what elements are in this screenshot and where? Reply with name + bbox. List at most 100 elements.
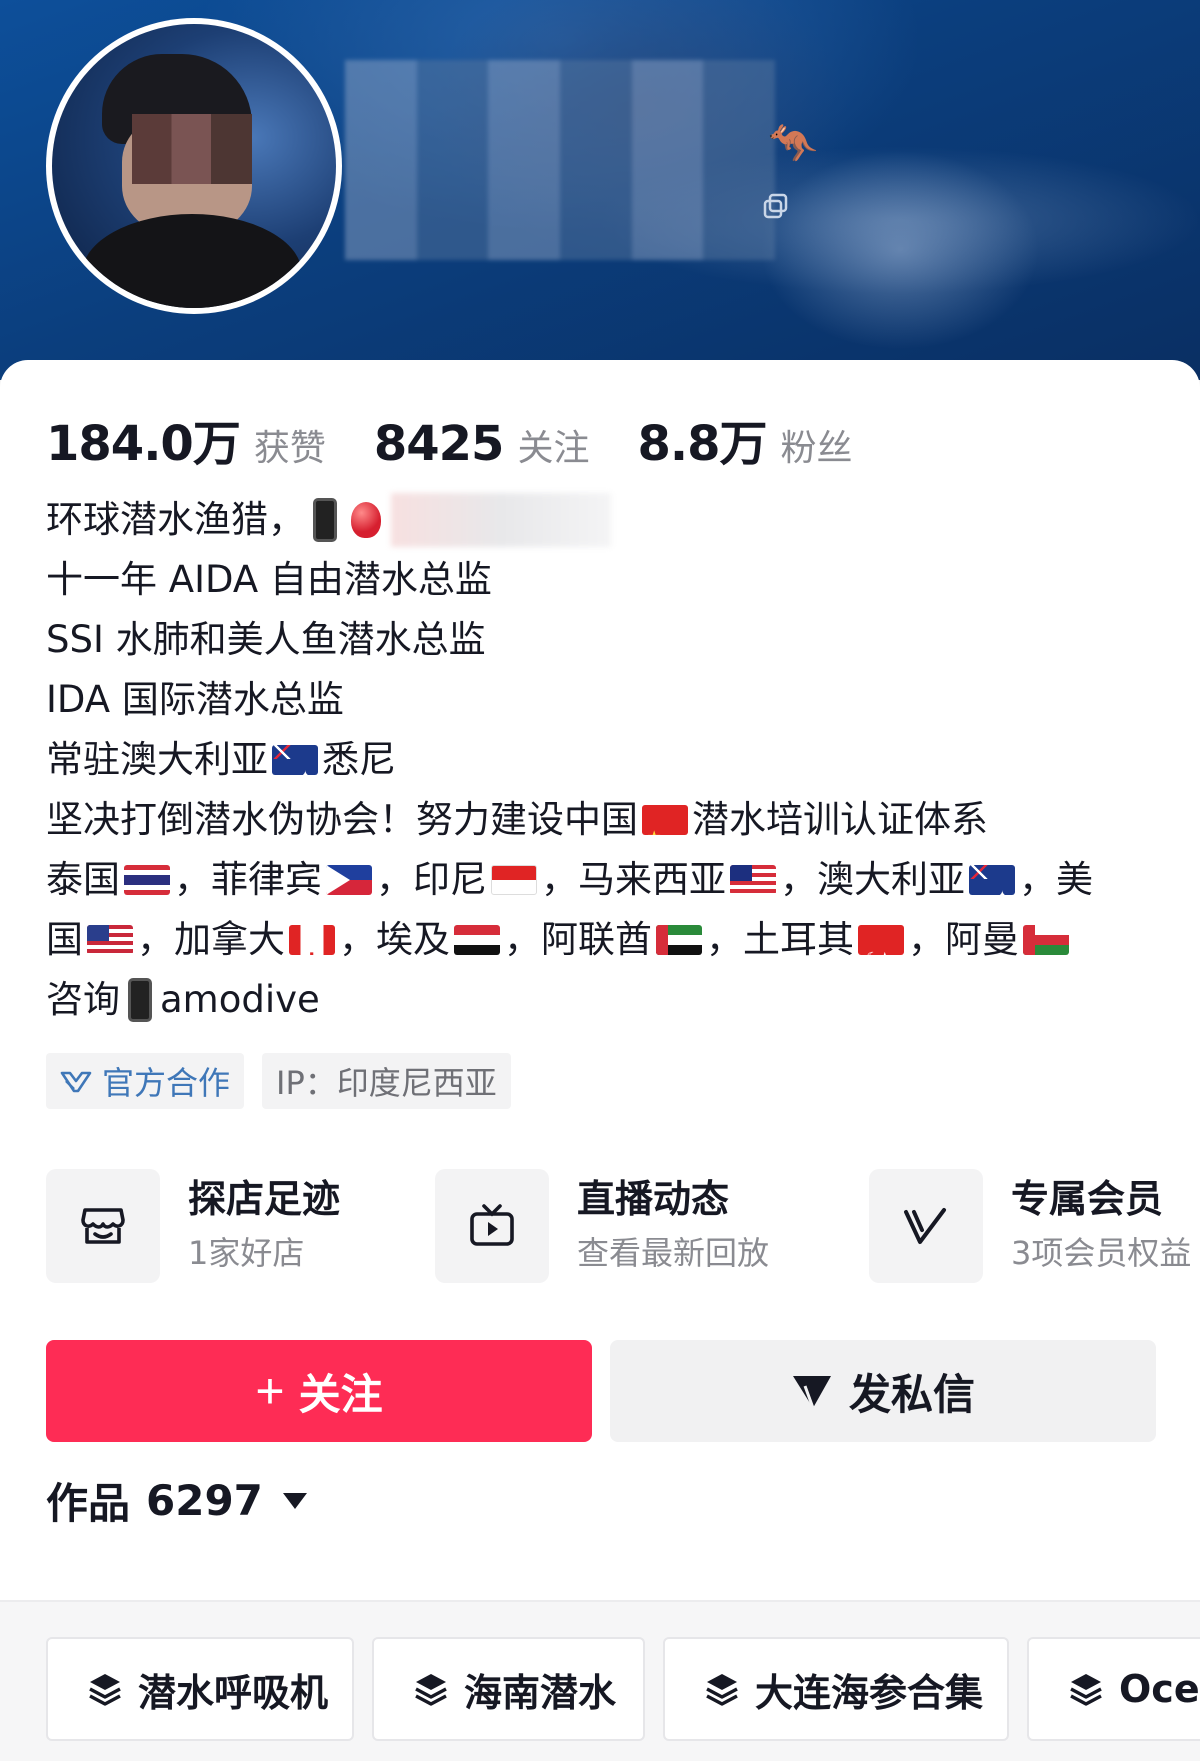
bio-line: SSI 水肺和美人鱼潜水总监 xyxy=(46,610,1156,670)
collection-label: 大连海参合集 xyxy=(755,1670,984,1715)
australia-flag-icon xyxy=(969,865,1015,895)
works-count: 6297 xyxy=(146,1476,263,1525)
stat-likes-label: 获赞 xyxy=(253,428,326,469)
avatar-wetsuit xyxy=(82,214,302,308)
official-cooperation-tag[interactable]: 官方合作 xyxy=(46,1053,245,1109)
service-icon-box xyxy=(46,1169,160,1283)
send-message-label: 发私信 xyxy=(848,1370,975,1418)
bio-text: amodive xyxy=(160,978,320,1021)
copy-id-icon[interactable] xyxy=(762,192,790,220)
username-pixelated xyxy=(345,60,775,260)
send-message-button[interactable]: 发私信 xyxy=(610,1340,1156,1442)
service-subtitle: 3项会员权益 xyxy=(1011,1234,1192,1272)
layers-icon xyxy=(1070,1674,1102,1706)
bio-text: 悉尼 xyxy=(322,738,396,781)
collection-chip[interactable]: 大连海参合集 xyxy=(663,1637,1009,1741)
stat-followers-label: 粉丝 xyxy=(780,428,853,469)
bio-text: 泰国 xyxy=(46,858,120,901)
indonesia-flag-icon xyxy=(491,865,537,895)
avatar[interactable] xyxy=(46,18,342,314)
bio-line: 泰国 ，菲律宾 ，印尼 ，马来西亚 ，澳大利亚 ，美 xyxy=(46,850,1156,910)
bio-line: 环球潜水渔猎， xyxy=(46,490,1156,550)
mobile-phone-icon xyxy=(128,978,152,1022)
bio-text: ，阿联酋 xyxy=(504,918,652,961)
bio-text: ，菲律宾 xyxy=(174,858,322,901)
bio-text: 坚决打倒潜水伪协会！努力建设中国 xyxy=(46,798,638,841)
profile-stats: 184.0万 获赞 8425 关注 8.8万 粉丝 xyxy=(46,404,901,474)
profile-bio: 环球潜水渔猎， 十一年 AIDA 自由潜水总监 SSI 水肺和美人鱼潜水总监 I… xyxy=(46,490,1156,1030)
follow-button[interactable]: + 关注 xyxy=(46,1340,592,1442)
collection-chip[interactable]: Ocea xyxy=(1027,1637,1200,1741)
service-subtitle: 查看最新回放 xyxy=(577,1234,770,1272)
bio-text: ，美 xyxy=(1019,858,1093,901)
bio-text: ，土耳其 xyxy=(706,918,854,961)
bio-text: 环球潜水渔猎， xyxy=(46,498,305,541)
bio-text: 潜水培训认证体系 xyxy=(692,798,988,841)
mobile-phone-icon xyxy=(313,498,337,542)
handshake-icon xyxy=(60,1071,92,1093)
works-tab[interactable]: 作品 6297 xyxy=(46,1470,307,1531)
send-message-icon xyxy=(792,1376,831,1409)
collection-chip[interactable]: 海南潜水 xyxy=(372,1637,645,1741)
layers-icon xyxy=(89,1674,121,1706)
stat-following[interactable]: 8425 关注 xyxy=(374,416,590,472)
stat-likes-value: 184.0万 xyxy=(46,416,241,472)
profile-actions: + 关注 发私信 xyxy=(46,1340,1156,1444)
stat-followers[interactable]: 8.8万 粉丝 xyxy=(637,404,852,474)
store-icon xyxy=(81,1208,125,1244)
kangaroo-icon: 🦘 xyxy=(768,121,818,167)
turkey-flag-icon xyxy=(858,925,904,955)
egypt-flag-icon xyxy=(454,925,500,955)
vip-v-icon xyxy=(904,1208,946,1244)
profile-card: 184.0万 获赞 8425 关注 8.8万 粉丝 环球潜水渔猎， 十一年 AI… xyxy=(0,360,1200,1610)
bio-text: ，印尼 xyxy=(376,858,487,901)
bio-line: 坚决打倒潜水伪协会！努力建设中国 潜水培训认证体系 xyxy=(46,790,1156,850)
collection-chip[interactable]: 潜水呼吸机 xyxy=(46,1637,354,1741)
avatar-image xyxy=(52,24,336,308)
service-subtitle: 1家好店 xyxy=(188,1234,305,1272)
service-title: 探店足迹 xyxy=(188,1177,341,1221)
stat-following-label: 关注 xyxy=(517,428,590,469)
official-cooperation-label: 官方合作 xyxy=(102,1064,231,1102)
collection-label: Ocea xyxy=(1119,1667,1200,1711)
bio-text: 国 xyxy=(46,918,83,961)
service-live[interactable]: 直播动态 查看最新回放 xyxy=(435,1168,769,1284)
avatar-pixelation xyxy=(132,114,252,184)
bio-pixelated-contact xyxy=(391,493,611,547)
balloon-icon xyxy=(351,502,381,538)
ip-location-label: IP：印度尼西亚 xyxy=(276,1064,497,1102)
service-membership[interactable]: 专属会员 3项会员权益 xyxy=(869,1168,1191,1284)
bio-text: ，马来西亚 xyxy=(541,858,726,901)
collection-label: 潜水呼吸机 xyxy=(138,1670,329,1715)
service-title: 直播动态 xyxy=(577,1177,730,1221)
bio-text: SSI 水肺和美人鱼潜水总监 xyxy=(46,618,486,661)
works-label: 作品 xyxy=(46,1479,131,1528)
stat-likes[interactable]: 184.0万 获赞 xyxy=(46,404,326,474)
collections-bar: 潜水呼吸机 海南潜水 大连海参合集 Ocea xyxy=(0,1602,1200,1761)
chevron-down-icon xyxy=(282,1492,307,1509)
bio-text: 咨询 xyxy=(46,978,120,1021)
bio-text: 常驻澳大利亚 xyxy=(46,738,268,781)
stat-followers-value: 8.8万 xyxy=(637,416,767,472)
australia-flag-icon xyxy=(272,745,318,775)
service-title: 专属会员 xyxy=(1011,1177,1164,1221)
service-text: 专属会员 3项会员权益 xyxy=(1011,1172,1191,1280)
bio-line: 咨询 amodive xyxy=(46,970,1156,1030)
stat-following-value: 8425 xyxy=(373,416,505,472)
layers-icon xyxy=(415,1674,447,1706)
canada-flag-icon xyxy=(289,925,335,955)
ip-location-tag: IP：印度尼西亚 xyxy=(262,1053,511,1109)
service-entries: 探店足迹 1家好店 直播动态 查看最新回放 专属会员 3项会员权益 xyxy=(46,1168,1200,1288)
bio-text: ，加拿大 xyxy=(137,918,285,961)
uae-flag-icon xyxy=(656,925,702,955)
oman-flag-icon xyxy=(1023,925,1069,955)
bio-line: 十一年 AIDA 自由潜水总监 xyxy=(46,550,1156,610)
bio-line: IDA 国际潜水总监 xyxy=(46,670,1156,730)
service-store-visits[interactable]: 探店足迹 1家好店 xyxy=(46,1168,340,1284)
profile-tags: 官方合作 IP：印度尼西亚 xyxy=(46,1053,529,1109)
china-flag-icon xyxy=(642,805,688,835)
philippines-flag-icon xyxy=(326,865,372,895)
follow-button-label: 关注 xyxy=(298,1370,383,1418)
collection-label: 海南潜水 xyxy=(464,1670,617,1715)
bio-text: ，澳大利亚 xyxy=(780,858,965,901)
